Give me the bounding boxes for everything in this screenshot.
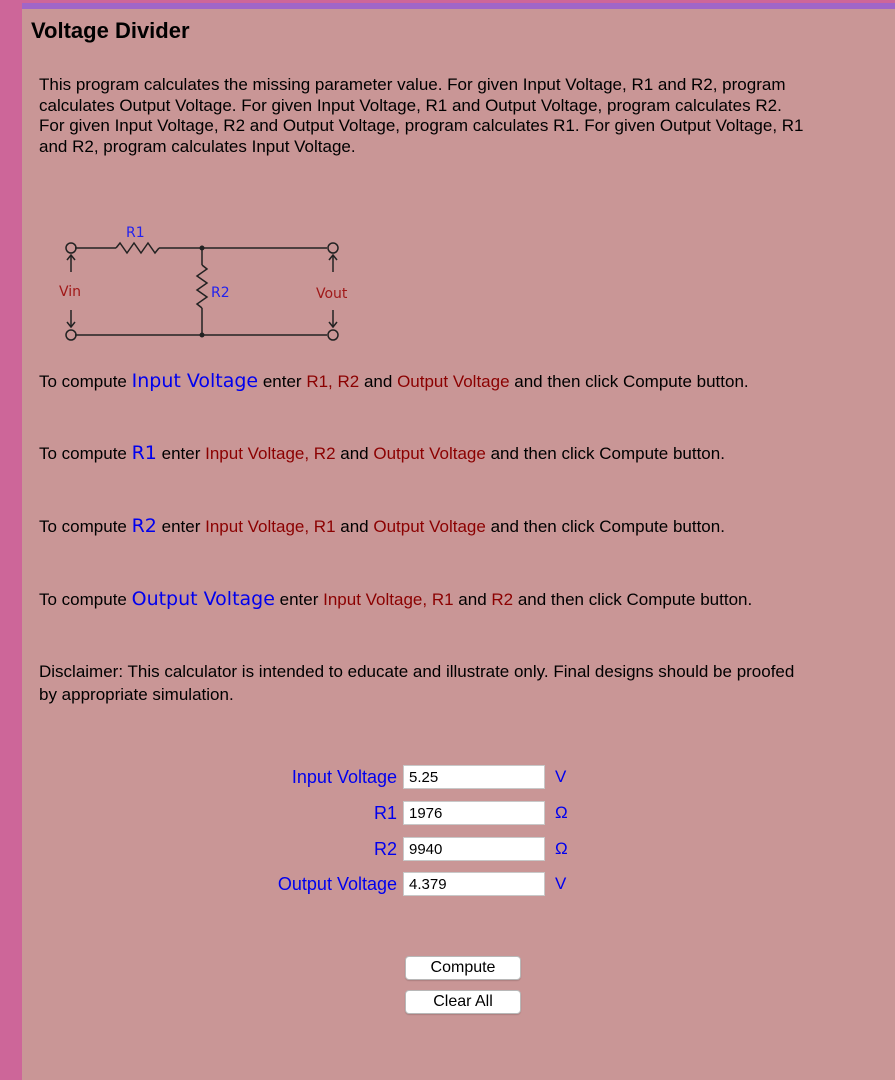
form-row-input-voltage: Input Voltage V (230, 763, 610, 791)
instruction-text: enter (258, 372, 307, 391)
vout-label: Vout (316, 286, 348, 302)
r1-resistor (115, 241, 160, 255)
instruction-text: To compute (39, 590, 132, 609)
clear-all-button[interactable]: Clear All (405, 990, 521, 1014)
r1-label: R1 (126, 225, 145, 241)
instruction-r1: To compute R1 enter Input Voltage, R2 an… (39, 442, 809, 465)
vin-terminal-bottom (65, 329, 77, 341)
form-row-r1: R1 Ω (230, 799, 610, 827)
instruction-text: To compute (39, 372, 132, 391)
instruction-inputs: Output Voltage (397, 372, 510, 391)
instruction-text: To compute (39, 444, 132, 463)
instruction-text: and then click Compute button. (509, 372, 749, 391)
instruction-text: and (335, 444, 374, 463)
instruction-text: enter (274, 590, 324, 609)
instruction-inputs: Input Voltage, R1 (205, 517, 336, 536)
ohm-unit-icon: Ω (555, 803, 568, 822)
intro-paragraph: This program calculates the missing para… (39, 75, 804, 156)
junction-bottom (199, 332, 205, 338)
instruction-target: R1 (131, 442, 157, 464)
r2-label: R2 (211, 285, 230, 301)
volt-unit-icon: V (555, 874, 567, 893)
instruction-text: and (359, 372, 398, 391)
voltage-divider-circuit-diagram: R1 R2 Vin Vout (59, 225, 348, 341)
output-voltage-field[interactable] (403, 872, 545, 896)
instruction-r2: To compute R2 enter Input Voltage, R1 an… (39, 515, 809, 538)
instruction-inputs: R2 (491, 590, 514, 609)
volt-unit-icon: V (555, 767, 567, 786)
r2-label: R2 (373, 838, 397, 859)
junction-top (199, 245, 205, 251)
disclaimer: Disclaimer: This calculator is intended … (39, 662, 795, 704)
form-row-output-voltage: Output Voltage V (230, 870, 610, 898)
vin-label: Vin (59, 284, 81, 300)
instruction-target: Output Voltage (131, 588, 275, 610)
instruction-text: and (335, 517, 374, 536)
compute-button[interactable]: Compute (405, 956, 521, 980)
instruction-text: and then click Compute button. (485, 444, 725, 463)
instruction-input-voltage: To compute Input Voltage enter R1, R2 an… (39, 370, 809, 393)
r2-resistor (195, 264, 209, 309)
vin-terminal-top (65, 242, 77, 254)
instruction-output-voltage: To compute Output Voltage enter Input Vo… (39, 588, 809, 611)
r1-label: R1 (373, 802, 397, 823)
input-voltage-label: Input Voltage (291, 766, 397, 787)
instruction-text: and (453, 590, 492, 609)
r1-field[interactable] (403, 801, 545, 825)
instruction-target: Input Voltage (131, 370, 259, 392)
instruction-text: enter (156, 444, 206, 463)
content-panel (22, 9, 895, 1080)
instruction-inputs: Input Voltage, R2 (205, 444, 336, 463)
output-voltage-label: Output Voltage (277, 873, 397, 894)
page-title: Voltage Divider (31, 18, 190, 43)
input-voltage-field[interactable] (403, 765, 545, 789)
instruction-inputs: R1, R2 (306, 372, 360, 391)
instruction-target: R2 (131, 515, 157, 537)
vout-terminal-bottom (327, 329, 339, 341)
instruction-text: To compute (39, 517, 132, 536)
instruction-inputs: Output Voltage (373, 444, 486, 463)
r2-field[interactable] (403, 837, 545, 861)
instruction-text: and then click Compute button. (485, 517, 725, 536)
instruction-text: enter (156, 517, 206, 536)
instruction-text: and then click Compute button. (513, 590, 753, 609)
ohm-unit-icon: Ω (555, 839, 568, 858)
instruction-inputs: Input Voltage, R1 (323, 590, 454, 609)
vout-terminal-top (327, 242, 339, 254)
form-row-r2: R2 Ω (230, 835, 610, 863)
instruction-inputs: Output Voltage (373, 517, 486, 536)
